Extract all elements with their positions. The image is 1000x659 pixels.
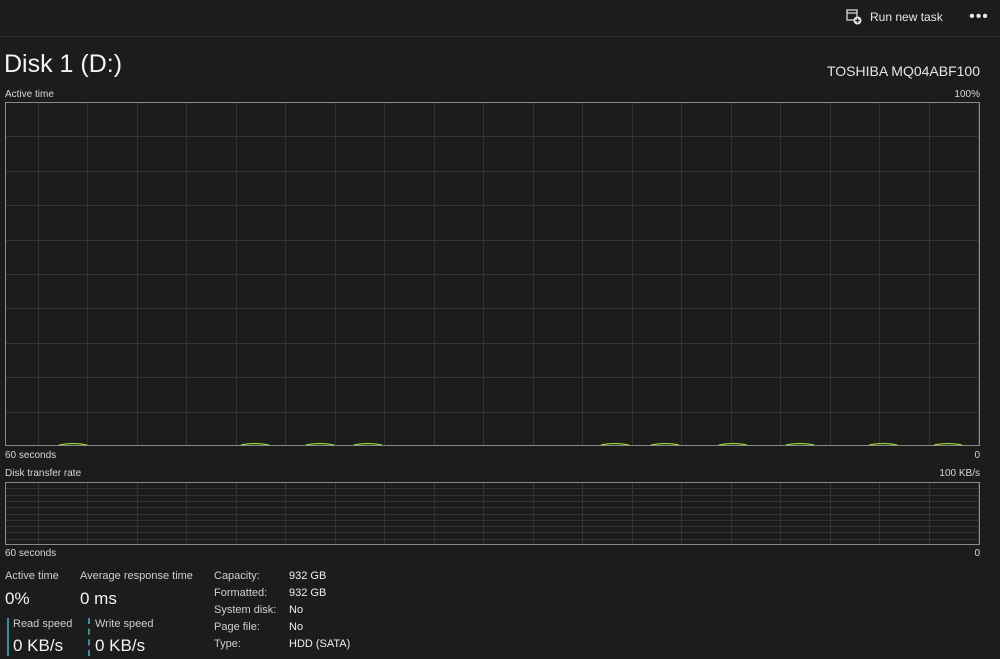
run-new-task-button[interactable]: Run new task (846, 4, 943, 30)
formatted-label: Formatted: (214, 587, 268, 599)
transfer-rate-max-label: 100 KB/s (939, 468, 980, 479)
read-speed-label: Read speed (13, 618, 73, 630)
capacity-label: Capacity: (214, 570, 260, 582)
capacity-value: 932 GB (289, 570, 327, 582)
type-label: Type: (214, 638, 241, 650)
ellipsis-icon: ••• (969, 8, 989, 25)
avg-response-value: 0 ms (80, 589, 117, 608)
disk-model: TOSHIBA MQ04ABF100 (826, 63, 980, 79)
active-time-stat-label: Active time (5, 570, 59, 582)
read-speed-indicator (7, 618, 9, 656)
formatted-value: 932 GB (289, 587, 327, 599)
command-bar: Run new task ••• (0, 0, 1000, 37)
active-time-duration-label: 60 seconds (5, 450, 57, 461)
read-speed-value: 0 KB/s (13, 636, 64, 655)
more-options-button[interactable]: ••• (966, 4, 992, 30)
active-time-graph (5, 102, 980, 446)
active-time-max-label: 100% (954, 89, 980, 100)
transfer-rate-min-label: 0 (974, 548, 980, 559)
write-speed-value: 0 KB/s (95, 636, 146, 655)
transfer-rate-graph-label: Disk transfer rate (5, 468, 82, 479)
transfer-rate-graph (5, 482, 980, 545)
system-disk-label: System disk: (214, 604, 277, 616)
page-file-label: Page file: (214, 621, 260, 633)
active-time-graph-label: Active time (5, 89, 54, 100)
write-speed-label: Write speed (95, 618, 154, 630)
type-value: HDD (SATA) (289, 638, 351, 650)
page-title: Disk 1 (D:) (4, 50, 123, 78)
write-speed-indicator (88, 618, 90, 656)
run-task-icon (846, 9, 862, 25)
avg-response-label: Average response time (80, 570, 193, 582)
run-new-task-label: Run new task (870, 10, 943, 24)
page-file-value: No (289, 621, 304, 633)
active-time-stat-value: 0% (5, 589, 30, 608)
transfer-rate-duration-label: 60 seconds (5, 548, 57, 559)
system-disk-value: No (289, 604, 304, 616)
active-time-min-label: 0 (974, 450, 980, 461)
